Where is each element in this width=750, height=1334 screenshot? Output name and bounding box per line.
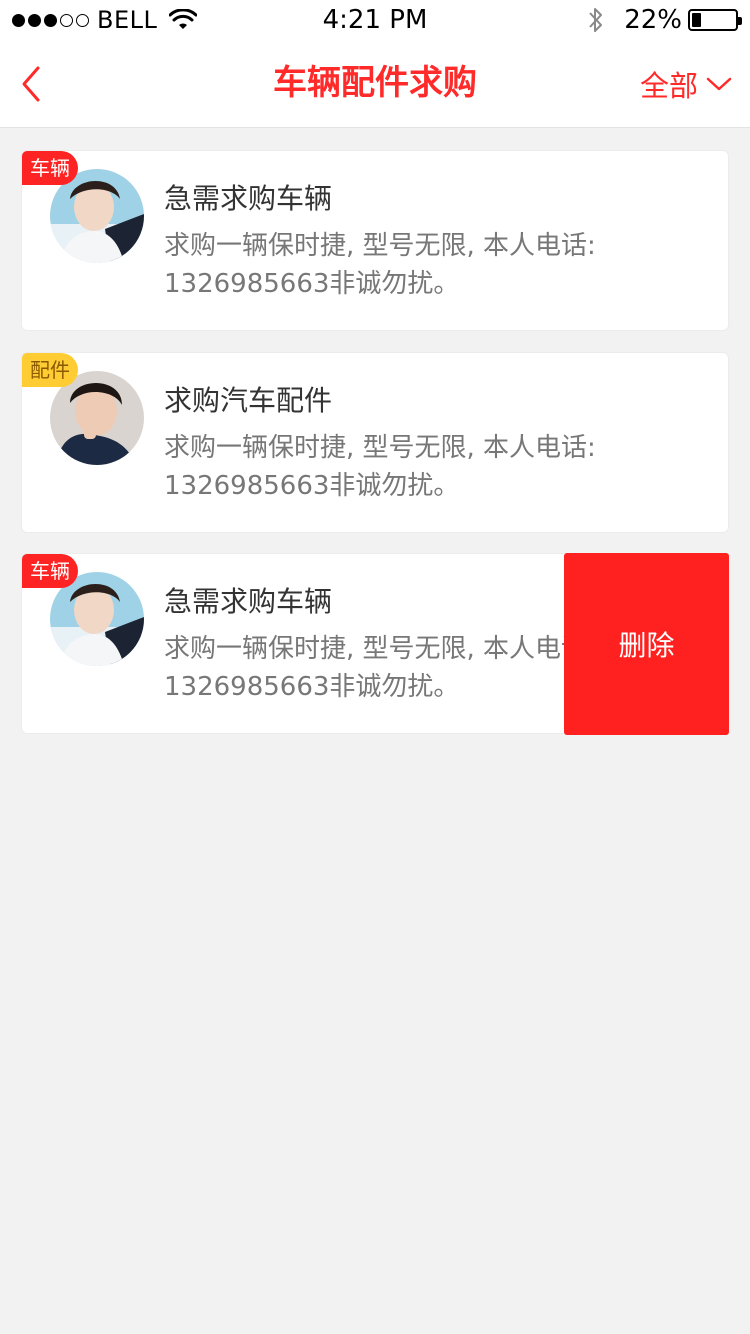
battery-level [692, 13, 702, 27]
category-tag: 配件 [22, 353, 78, 387]
card-description: 求购一辆保时捷, 型号无限, 本人电话: 1326985663非诚勿扰。 [164, 433, 596, 501]
nav-bar: 车辆配件求购 全部 [0, 40, 750, 128]
category-tag: 车辆 [22, 151, 78, 185]
page-title: 车辆配件求购 [273, 63, 477, 103]
delete-button[interactable]: 删除 [564, 553, 729, 735]
status-bar: BELL 4:21 PM 22% [0, 0, 750, 40]
battery-icon [688, 9, 742, 31]
battery-cap [738, 17, 742, 25]
bluetooth-icon [589, 8, 603, 32]
request-card[interactable]: 配件 求购汽车配件 求购一辆保时捷, 型号无限, 本人电话: 132698566… [21, 352, 729, 533]
card-title: 求购汽车配件 [164, 384, 333, 417]
request-card[interactable]: 车辆 急需求购车辆 求购一辆保时捷, 型号无限, 本人电话: 132698566… [21, 150, 729, 331]
status-right: 22% [586, 4, 742, 36]
card-title: 急需求购车辆 [164, 182, 333, 215]
filter-dropdown[interactable]: 全部 [640, 40, 732, 128]
card-title: 急需求购车辆 [164, 585, 333, 618]
battery-percent: 22% [624, 5, 682, 35]
category-tag: 车辆 [22, 554, 78, 588]
filter-label: 全部 [639, 69, 698, 103]
chevron-down-icon [706, 77, 732, 91]
card-description: 求购一辆保时捷, 型号无限, 本人电话: 1326985663非诚勿扰。 [164, 231, 596, 299]
